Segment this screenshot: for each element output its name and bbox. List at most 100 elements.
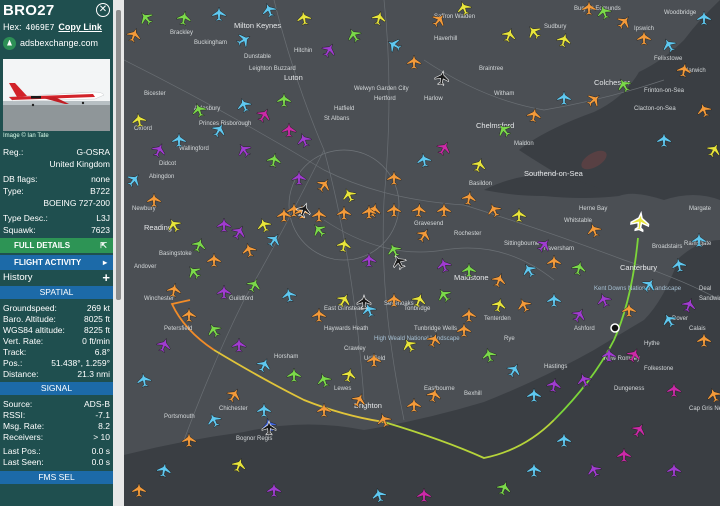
aircraft-icon[interactable] bbox=[216, 217, 232, 233]
aircraft-icon[interactable] bbox=[235, 96, 253, 114]
aircraft-icon[interactable] bbox=[569, 305, 588, 324]
history-toggle[interactable]: History + bbox=[0, 270, 113, 285]
aircraft-icon[interactable] bbox=[344, 25, 363, 44]
aircraft-icon[interactable] bbox=[434, 285, 453, 304]
aircraft-icon[interactable] bbox=[336, 205, 352, 221]
map-canvas[interactable]: Brackley Milton Keynes Buckingham Leighton … bbox=[124, 0, 720, 506]
aircraft-icon[interactable] bbox=[406, 397, 422, 413]
aircraft-icon[interactable] bbox=[315, 371, 333, 389]
aircraft-icon[interactable] bbox=[319, 40, 338, 59]
aircraft-icon[interactable] bbox=[286, 367, 302, 383]
place-label: Bognor Regis bbox=[236, 436, 272, 442]
aircraft-icon[interactable] bbox=[234, 30, 253, 49]
aircraft-icon[interactable] bbox=[570, 259, 587, 276]
full-details-button[interactable]: FULL DETAILS ⇱ bbox=[0, 238, 113, 253]
aircraft-icon[interactable] bbox=[546, 254, 562, 270]
aircraft-icon[interactable] bbox=[636, 30, 652, 46]
aircraft-icon[interactable] bbox=[434, 138, 453, 157]
aircraft-icon[interactable] bbox=[511, 207, 527, 223]
aircraft-icon[interactable] bbox=[461, 307, 477, 323]
aircraft-photo[interactable] bbox=[3, 59, 110, 131]
aircraft-icon[interactable] bbox=[584, 90, 604, 110]
aircraft-icon[interactable] bbox=[515, 296, 534, 315]
aircraft-icon[interactable] bbox=[136, 8, 156, 28]
aircraft-icon[interactable] bbox=[136, 372, 152, 388]
aircraft-icon[interactable] bbox=[296, 10, 312, 26]
aircraft-icon[interactable] bbox=[266, 152, 282, 168]
source-link[interactable]: adsbexchange.com bbox=[0, 34, 113, 52]
aircraft-icon[interactable] bbox=[205, 411, 224, 430]
aircraft-icon[interactable] bbox=[150, 141, 169, 160]
aircraft-icon[interactable] bbox=[385, 241, 404, 260]
aircraft-icon[interactable] bbox=[436, 202, 452, 218]
aircraft-icon[interactable] bbox=[340, 366, 357, 383]
aircraft-icon[interactable] bbox=[490, 296, 507, 313]
aircraft-icon[interactable] bbox=[311, 207, 327, 223]
aircraft-icon[interactable] bbox=[411, 202, 427, 218]
map-view[interactable]: Brackley Milton Keynes Buckingham Leighton … bbox=[124, 0, 720, 506]
aircraft-icon[interactable] bbox=[480, 346, 497, 363]
source-name: adsbexchange.com bbox=[20, 38, 99, 48]
aircraft-icon[interactable] bbox=[614, 12, 634, 32]
aircraft-icon[interactable] bbox=[295, 131, 313, 149]
aircraft-icon[interactable] bbox=[211, 6, 227, 22]
aircraft-icon[interactable] bbox=[155, 336, 173, 354]
aircraft-icon[interactable] bbox=[556, 90, 572, 106]
aircraft-icon[interactable] bbox=[276, 92, 292, 108]
aircraft-icon[interactable] bbox=[291, 170, 307, 186]
place-label: Andover bbox=[134, 264, 156, 270]
aircraft-icon[interactable] bbox=[295, 201, 313, 219]
aircraft-icon[interactable] bbox=[229, 222, 248, 241]
aircraft-icon[interactable] bbox=[190, 236, 208, 254]
aircraft-icon[interactable] bbox=[504, 360, 523, 379]
aircraft-icon[interactable] bbox=[124, 170, 144, 190]
aircraft-icon[interactable] bbox=[255, 356, 274, 375]
aircraft-icon[interactable] bbox=[254, 105, 273, 124]
aircraft-icon[interactable] bbox=[224, 385, 243, 404]
aircraft-icon[interactable] bbox=[340, 186, 359, 205]
selected-aircraft-icon[interactable] bbox=[630, 210, 650, 233]
aircraft-icon[interactable] bbox=[171, 132, 187, 148]
sidebar-scrollbar-thumb[interactable] bbox=[116, 10, 121, 300]
aircraft-icon[interactable] bbox=[414, 225, 433, 244]
aircraft-icon[interactable] bbox=[181, 307, 197, 323]
aircraft-icon[interactable] bbox=[184, 262, 204, 282]
aircraft-icon[interactable] bbox=[176, 10, 192, 26]
aircraft-icon[interactable] bbox=[309, 220, 329, 240]
aircraft-icon[interactable] bbox=[206, 252, 222, 268]
detail-value: L3J bbox=[96, 213, 110, 223]
aircraft-icon[interactable] bbox=[490, 271, 508, 289]
aircraft-icon[interactable] bbox=[125, 26, 143, 44]
aircraft-icon[interactable] bbox=[581, 0, 597, 16]
aircraft-icon[interactable] bbox=[595, 291, 613, 309]
aircraft-icon[interactable] bbox=[456, 322, 472, 338]
aircraft-icon[interactable] bbox=[204, 320, 223, 339]
aircraft-icon[interactable] bbox=[314, 175, 333, 194]
aircraft-icon[interactable] bbox=[190, 101, 208, 119]
aircraft-icon[interactable] bbox=[555, 31, 572, 48]
flight-activity-button[interactable]: FLIGHT ACTIVITY ▸ bbox=[0, 255, 113, 270]
aircraft-icon[interactable] bbox=[435, 256, 452, 273]
aircraft-icon[interactable] bbox=[240, 241, 257, 258]
aircraft-icon[interactable] bbox=[256, 402, 272, 418]
aircraft-icon[interactable] bbox=[245, 276, 264, 295]
aircraft-icon[interactable] bbox=[524, 22, 544, 42]
aircraft-icon[interactable] bbox=[231, 337, 247, 353]
copy-link-button[interactable]: Copy Link bbox=[58, 22, 102, 32]
aircraft-icon[interactable] bbox=[406, 54, 422, 70]
aircraft-icon[interactable] bbox=[434, 70, 450, 86]
aircraft-icon[interactable] bbox=[146, 192, 162, 208]
aircraft-icon[interactable] bbox=[361, 252, 377, 268]
close-icon[interactable]: ✕ bbox=[96, 3, 110, 17]
plus-icon[interactable]: + bbox=[102, 270, 110, 285]
aircraft-icon[interactable] bbox=[281, 122, 297, 138]
detail-value: G-OSRA bbox=[76, 147, 110, 157]
aircraft-icon[interactable] bbox=[500, 26, 518, 44]
aircraft-icon[interactable] bbox=[546, 292, 562, 308]
aircraft-icon[interactable] bbox=[470, 156, 488, 174]
aircraft-icon[interactable] bbox=[416, 152, 432, 168]
aircraft-icon[interactable] bbox=[281, 287, 297, 303]
aircraft-icon[interactable] bbox=[255, 216, 273, 234]
aircraft-icon[interactable] bbox=[234, 140, 253, 159]
aircraft-icon[interactable] bbox=[461, 190, 477, 206]
